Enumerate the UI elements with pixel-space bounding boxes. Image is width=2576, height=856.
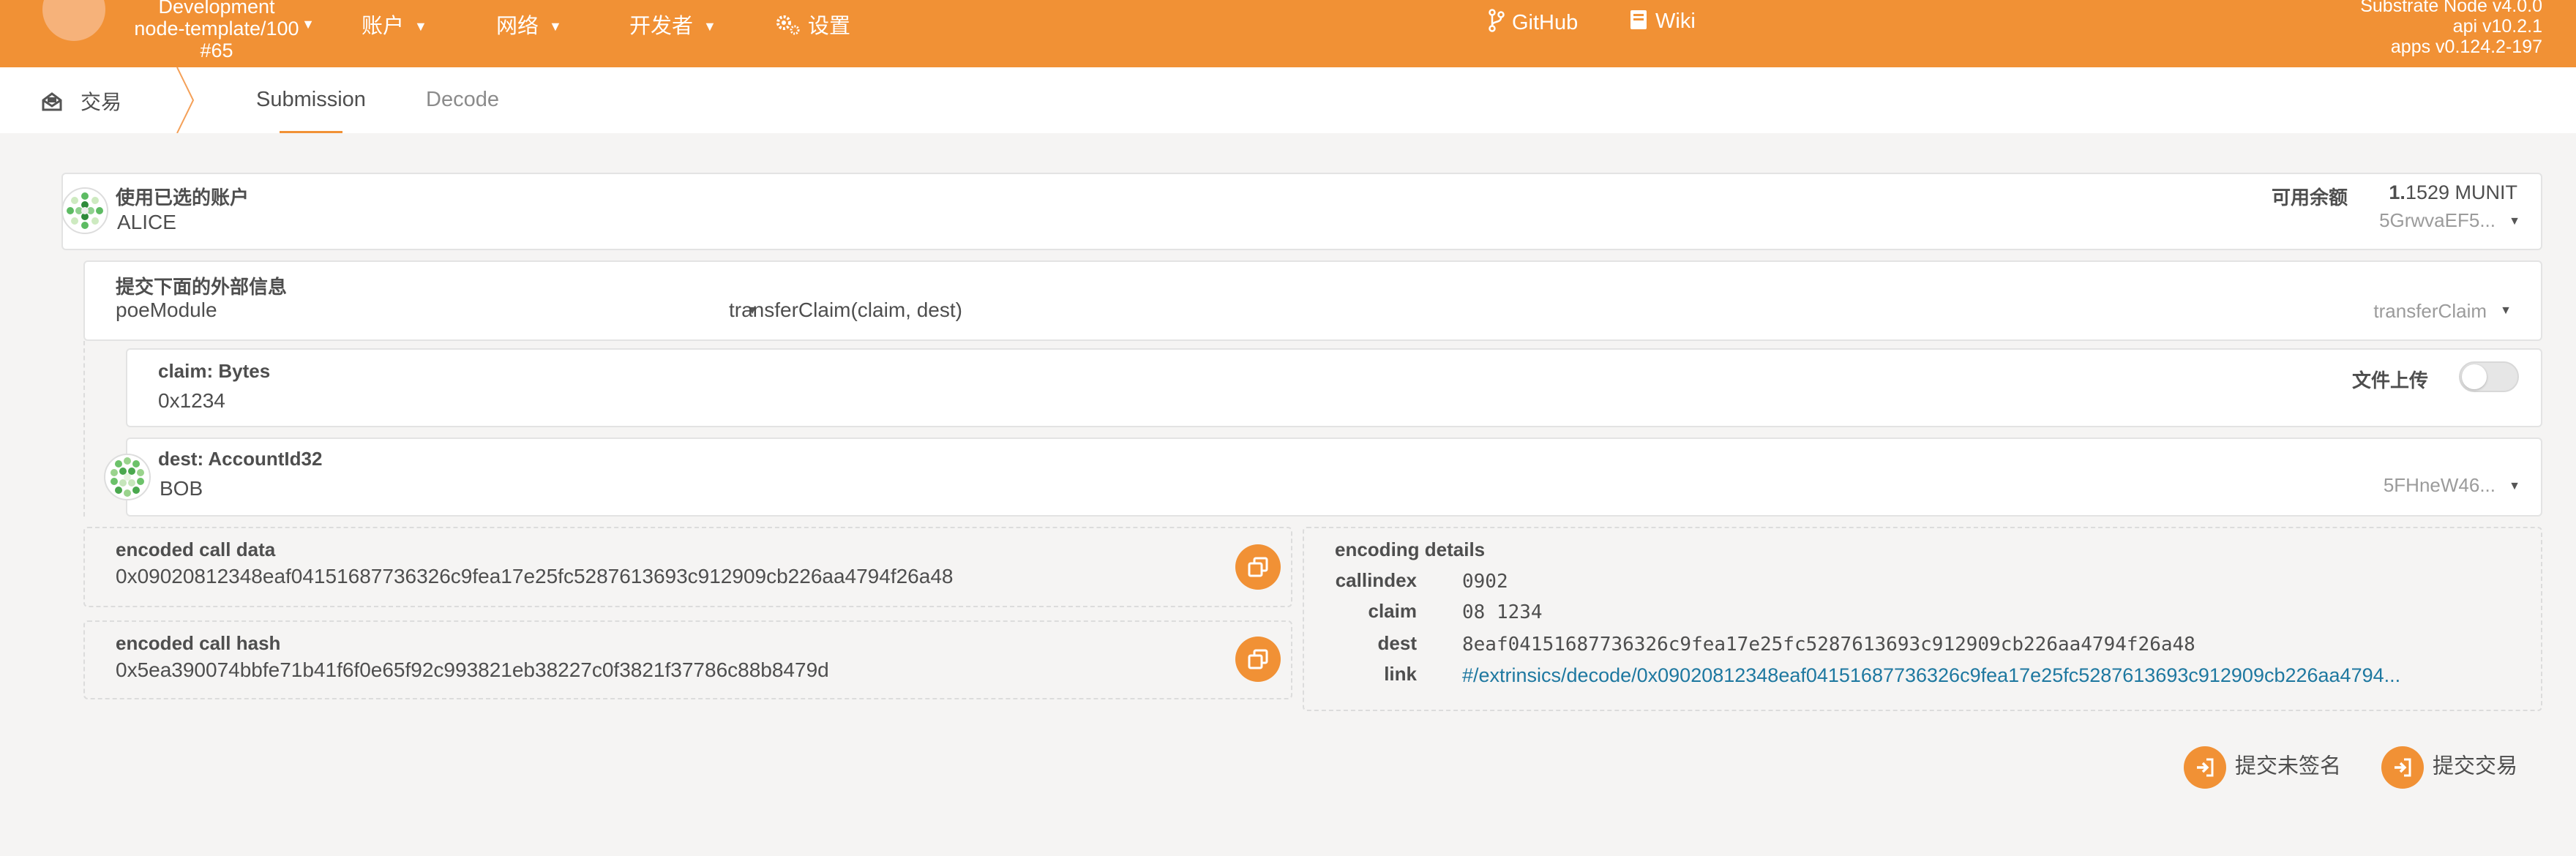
submit-transaction-button[interactable]: 提交交易	[2381, 746, 2517, 789]
code-branch-icon	[1489, 9, 1505, 32]
menu-accounts[interactable]: 账户 ▼	[362, 9, 427, 40]
encoding-details-title: encoding details	[1335, 538, 1486, 560]
caret-down-icon: ▼	[2500, 304, 2512, 317]
encoded-call-data-label: encoded call data	[116, 538, 276, 560]
copy-icon	[1248, 557, 1268, 577]
sign-in-icon	[2184, 746, 2226, 789]
balance-label: 可用余额	[2271, 187, 2348, 209]
param-claim[interactable]: claim: Bytes 0x1234 文件上传	[126, 348, 2542, 427]
node-version: Substrate Node v4.0.0	[2360, 0, 2542, 16]
menu-settings-label: 设置	[808, 15, 851, 38]
menu-network-label: 网络	[496, 15, 539, 38]
tab-submission[interactable]: Submission	[256, 88, 366, 112]
submit-transaction-label: 提交交易	[2433, 754, 2518, 778]
menu-developer-label: 开发者	[629, 15, 694, 38]
caret-down-icon: ▼	[2509, 215, 2520, 228]
menu-settings[interactable]: 设置	[776, 9, 850, 40]
account-name: ALICE	[117, 211, 176, 233]
encoded-call-hash-box: encoded call hash 0x5ea390074bbfe71b41f6…	[83, 620, 1292, 699]
balance-value: 1.1529 MUNIT	[2389, 181, 2517, 204]
menu-developer[interactable]: 开发者 ▼	[629, 9, 716, 40]
account-address: 5GrwvaEF5...	[2379, 209, 2496, 231]
caret-down-icon: ▼	[414, 19, 427, 34]
link-wiki[interactable]: Wiki	[1629, 9, 1696, 34]
version-info: Substrate Node v4.0.0 api v10.2.1 apps v…	[2360, 0, 2542, 57]
encoded-call-data-box: encoded call data 0x09020812348eaf041516…	[83, 527, 1292, 607]
caret-down-icon: ▼	[549, 19, 562, 34]
link-github-label: GitHub	[1512, 11, 1579, 34]
extrinsic-selector: 提交下面的外部信息 poeModule ▼ transferClaim(clai…	[83, 260, 2542, 341]
callindex-key: callindex	[1335, 569, 1417, 591]
file-upload-label: 文件上传	[2351, 369, 2428, 391]
account-selector[interactable]: 使用已选的账户 ALICE 可用余额 1.1529 MUNIT 5GrwvaEF…	[61, 173, 2542, 250]
chain-selector[interactable]: Development node-template/100 #65 ▼	[121, 0, 315, 61]
apps-version: apps v0.124.2-197	[2390, 37, 2542, 57]
dest-value: 8eaf04151687736326c9fea17e25fc5287613693…	[1462, 634, 2195, 656]
encoded-call-data-value: 0x09020812348eaf04151687736326c9fea17e25…	[116, 565, 954, 587]
encoding-details-box: encoding details callindex 0902 claim 08…	[1303, 527, 2542, 711]
toggle-knob	[2462, 364, 2487, 389]
param-dest-name: BOB	[160, 477, 203, 500]
call-dropdown[interactable]: transferClaim(claim, dest) transferClaim…	[729, 297, 2529, 326]
caret-down-icon: ▼	[703, 19, 716, 34]
module-dropdown[interactable]: poeModule ▼	[116, 297, 768, 326]
param-claim-label: claim: Bytes	[158, 360, 271, 382]
extrinsic-label: 提交下面的外部信息	[116, 276, 288, 298]
dest-key: dest	[1377, 632, 1417, 654]
encoded-call-hash-label: encoded call hash	[116, 632, 281, 654]
gears-icon	[776, 15, 800, 35]
block-number: #65	[200, 40, 233, 61]
bob-identicon	[104, 454, 151, 500]
chevron-separator	[176, 67, 195, 133]
menu-network[interactable]: 网络 ▼	[496, 9, 562, 40]
menu-accounts-label: 账户	[362, 15, 405, 38]
tab-decode[interactable]: Decode	[426, 88, 499, 112]
balance-int: 1.	[2389, 181, 2405, 203]
param-dest[interactable]: dest: AccountId32 BOB 5FHneW46... ▼	[126, 438, 2542, 517]
top-navbar: Development node-template/100 #65 ▼ 账户 ▼ …	[0, 0, 2576, 67]
file-upload-toggle[interactable]	[2459, 361, 2519, 392]
api-version: api v10.2.1	[2452, 16, 2542, 37]
call-select-value: transferClaim	[2373, 300, 2487, 322]
param-dest-address: 5FHneW46...	[2383, 474, 2496, 496]
copy-call-data-button[interactable]	[1235, 544, 1281, 590]
chain-name: node-template/100	[134, 18, 299, 40]
module-value: poeModule	[116, 299, 217, 321]
book-icon	[1630, 10, 1647, 29]
link-key: link	[1384, 663, 1417, 685]
link-wiki-label: Wiki	[1655, 10, 1696, 33]
balance-frac: 1529 MUNIT	[2405, 181, 2517, 203]
chain-type: Development	[158, 0, 275, 18]
active-tab-indicator	[280, 131, 342, 133]
callindex-value: 0902	[1462, 571, 1508, 593]
alice-identicon	[61, 187, 108, 234]
submit-unsigned-button[interactable]: 提交未签名	[2184, 746, 2341, 789]
claim-key: claim	[1368, 600, 1418, 622]
copy-call-hash-button[interactable]	[1235, 637, 1281, 682]
chain-logo[interactable]	[42, 0, 105, 41]
sign-in-icon	[2381, 746, 2424, 789]
caret-down-icon: ▼	[2509, 480, 2520, 492]
copy-icon	[1248, 649, 1268, 669]
call-value: transferClaim(claim, dest)	[729, 299, 962, 321]
claim-value: 08 1234	[1462, 601, 1543, 623]
param-dest-label: dest: AccountId32	[158, 448, 323, 470]
account-label: 使用已选的账户	[116, 187, 250, 209]
decode-link[interactable]: #/extrinsics/decode/0x09020812348eaf0415…	[1462, 664, 2400, 687]
section-title-label: 交易	[80, 91, 122, 113]
link-github[interactable]: GitHub	[1489, 9, 1578, 35]
submit-unsigned-label: 提交未签名	[2235, 754, 2342, 778]
tab-bar: 交易 Submission Decode	[0, 67, 2576, 133]
encoded-call-hash-value: 0x5ea390074bbfe71b41f6f0e65f92c993821eb3…	[116, 658, 829, 681]
section-title: 交易	[41, 86, 121, 116]
caret-down-icon: ▼	[302, 17, 315, 31]
envelope-open-icon	[42, 92, 62, 111]
param-claim-input[interactable]: 0x1234	[158, 389, 225, 413]
